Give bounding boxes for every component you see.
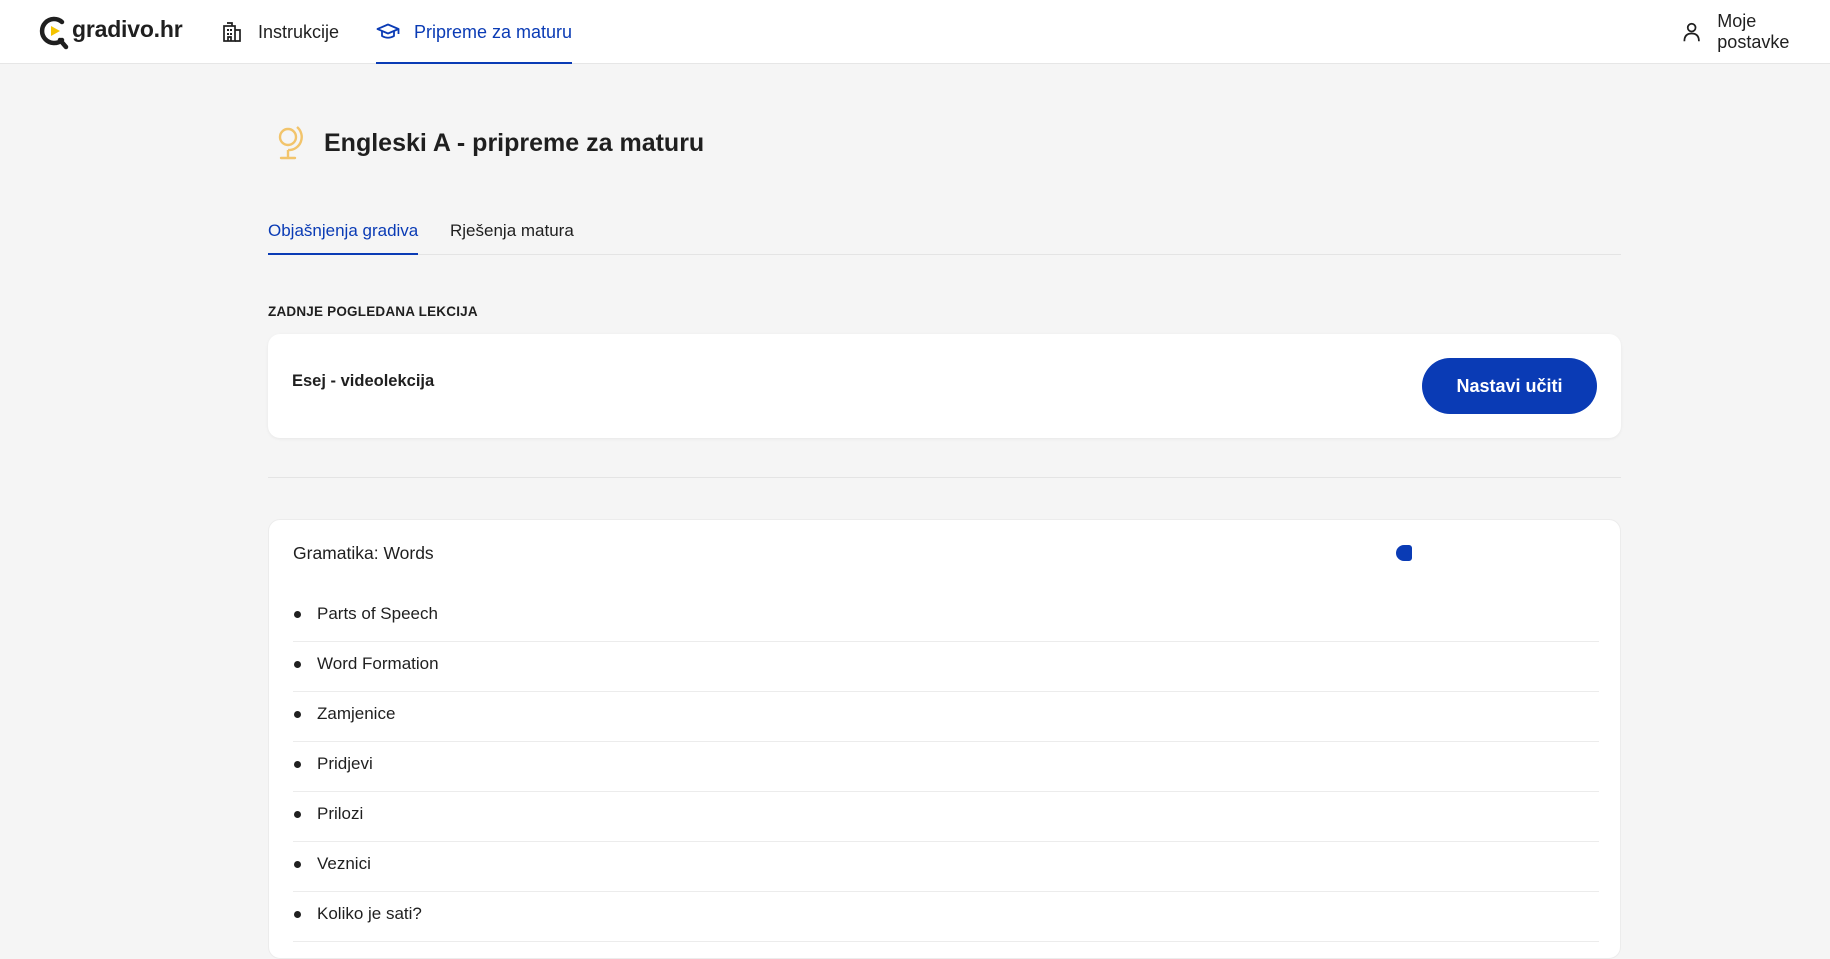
lesson-label: Word Formation	[317, 654, 439, 673]
bullet-icon	[294, 611, 301, 618]
bullet-icon	[294, 661, 301, 668]
graduation-cap-icon	[376, 23, 400, 39]
last-viewed-card: Esej - videolekcija Nastavi učiti	[268, 334, 1621, 438]
tab-objasnjenja-gradiva[interactable]: Objašnjenja gradiva	[268, 210, 419, 255]
topic-title[interactable]: Gramatika: Words	[293, 543, 434, 564]
tab-bar: Objašnjenja gradiva Rješenja matura	[268, 210, 1621, 255]
page-heading: Engleski A - pripreme za maturu	[268, 122, 704, 164]
settings-label: Moje postavke	[1717, 11, 1790, 52]
list-item[interactable]: Koliko je sati?	[293, 892, 1599, 942]
globe-icon	[278, 126, 303, 160]
continue-learning-button[interactable]: Nastavi učiti	[1422, 358, 1597, 414]
lesson-label: Parts of Speech	[317, 604, 438, 623]
logo[interactable]: gradivo.hr	[38, 13, 183, 51]
tab-rjesenja-matura[interactable]: Rješenja matura	[450, 210, 574, 254]
lesson-label: Prilozi	[317, 804, 364, 823]
nav-label: Instrukcije	[258, 21, 340, 42]
lesson-list: Parts of Speech Word Formation Zamjenice…	[293, 592, 1599, 942]
lesson-label: Pridjevi	[317, 754, 373, 773]
bullet-icon	[294, 761, 301, 768]
page-title: Engleski A - pripreme za maturu	[324, 128, 705, 157]
lesson-label: Zamjenice	[317, 704, 396, 723]
bullet-icon	[294, 711, 301, 718]
progress-indicator	[1396, 545, 1412, 561]
nav-pripreme-za-maturu[interactable]: Pripreme za maturu	[376, 0, 573, 64]
lesson-label: Veznici	[317, 854, 371, 873]
logo-text: gradivo.hr	[72, 15, 183, 42]
active-nav-indicator	[376, 62, 573, 64]
list-item[interactable]: Word Formation	[293, 642, 1599, 692]
lesson-label: Koliko je sati?	[317, 904, 422, 923]
bullet-icon	[294, 861, 301, 868]
list-item[interactable]: Veznici	[293, 842, 1599, 892]
topic-card: Gramatika: Words Parts of Speech Word Fo…	[268, 519, 1621, 959]
last-viewed-heading: ZADNJE POGLEDANA LEKCIJA	[268, 304, 478, 319]
list-item[interactable]: Pridjevi	[293, 742, 1599, 792]
list-item[interactable]: Prilozi	[293, 792, 1599, 842]
user-icon	[1683, 22, 1700, 42]
nav-label: Pripreme za maturu	[414, 21, 573, 42]
nav-instrukcije[interactable]: Instrukcije	[220, 0, 339, 64]
logo-icon	[39, 16, 69, 50]
section-divider	[268, 477, 1621, 478]
list-item[interactable]: Parts of Speech	[293, 592, 1599, 642]
building-icon	[223, 22, 241, 42]
settings-link[interactable]: Moje postavke	[1680, 0, 1830, 64]
bullet-icon	[294, 911, 301, 918]
last-viewed-lesson-title: Esej - videolekcija	[292, 372, 435, 390]
top-header: gradivo.hr Instrukcije Pripreme za matur…	[0, 0, 1830, 64]
list-item[interactable]: Zamjenice	[293, 692, 1599, 742]
bullet-icon	[294, 811, 301, 818]
